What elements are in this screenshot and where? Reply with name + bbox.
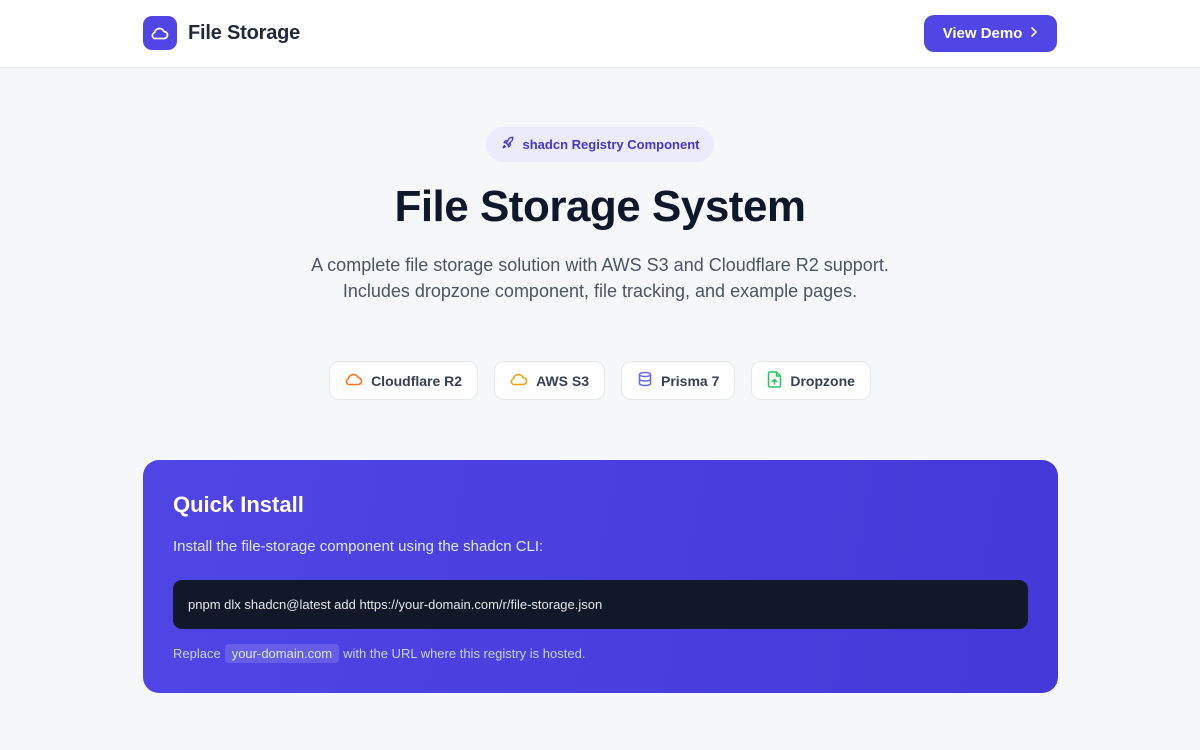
registry-badge: shadcn Registry Component (486, 127, 714, 162)
database-icon (637, 371, 653, 390)
quick-install-card: Quick Install Install the file-storage c… (143, 460, 1058, 693)
hero-description: A complete file storage solution with AW… (311, 255, 889, 301)
feature-pills: Cloudflare R2 AWS S3 Prisma 7 Dropzone (0, 361, 1200, 400)
feature-label: Cloudflare R2 (371, 372, 463, 389)
note-domain-code: your-domain.com (224, 644, 340, 663)
install-note: Replace your-domain.com with the URL whe… (173, 644, 585, 663)
feature-label: Prisma 7 (660, 372, 720, 389)
view-demo-button[interactable]: View Demo (924, 15, 1057, 52)
cloud-icon (143, 16, 177, 50)
note-prefix: Replace (173, 646, 221, 661)
install-command-block[interactable]: pnpm dlx shadcn@latest add https://your-… (173, 580, 1028, 629)
feature-pill-aws-s3: AWS S3 (494, 361, 605, 400)
feature-pill-prisma-7: Prisma 7 (620, 361, 736, 400)
top-header: File Storage View Demo (0, 0, 1200, 68)
rocket-icon (501, 136, 515, 153)
note-suffix: with the URL where this registry is host… (343, 646, 586, 661)
cloud-icon (510, 372, 528, 389)
install-title: Quick Install (173, 492, 304, 517)
feature-pill-cloudflare-r2: Cloudflare R2 (329, 361, 479, 400)
feature-label: AWS S3 (536, 372, 589, 389)
chevron-right-icon (1030, 25, 1038, 42)
file-upload-icon (767, 370, 782, 391)
feature-label: Dropzone (790, 372, 855, 389)
install-command: pnpm dlx shadcn@latest add https://your-… (188, 597, 603, 612)
brand[interactable]: File Storage (143, 16, 300, 50)
page-title: File Storage System (394, 182, 806, 231)
badge-label: shadcn Registry Component (522, 137, 700, 152)
install-subtitle: Install the file-storage component using… (173, 538, 544, 555)
brand-name: File Storage (188, 21, 301, 44)
view-demo-label: View Demo (942, 25, 1023, 42)
cloud-icon (345, 372, 363, 389)
feature-pill-dropzone: Dropzone (751, 361, 871, 400)
